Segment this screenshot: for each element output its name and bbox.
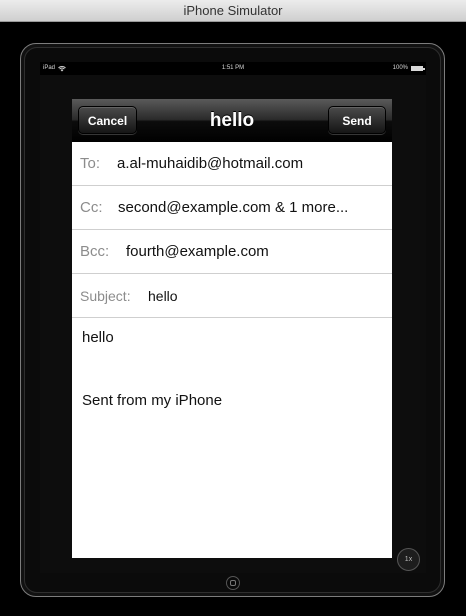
status-right: 100% [392,62,425,75]
status-time: 1:51 PM [221,65,245,71]
cc-value[interactable]: second@example.com & 1 more... [118,186,348,229]
to-label: To: [80,155,101,172]
cc-field[interactable]: Cc: second@example.com & 1 more... [72,186,392,230]
subject-label: Subject: [80,288,131,304]
window-title: iPhone Simulator [183,3,283,18]
cc-label: Cc: [80,199,103,216]
mail-compose-sheet: hello Cancel Send To: a.al-muhaidib@hotm… [72,99,392,558]
to-value[interactable]: a.al-muhaidib@hotmail.com [117,142,303,185]
ipad-screen: iPad 1:51 PM 100% hello Cancel Send To: … [40,62,426,573]
window-titlebar: iPhone Simulator [0,0,466,22]
bcc-value[interactable]: fourth@example.com [126,230,269,273]
send-button[interactable]: Send [328,106,386,134]
signature-text: Sent from my iPhone [82,392,223,409]
battery-icon [411,66,425,71]
to-field[interactable]: To: a.al-muhaidib@hotmail.com [72,142,392,186]
bcc-field[interactable]: Bcc: fourth@example.com [72,230,392,274]
home-button[interactable] [226,576,240,590]
bcc-label: Bcc: [80,243,110,260]
subject-field[interactable]: Subject: hello [72,274,392,318]
zoom-level-badge: 1x [397,548,420,571]
compose-navbar: hello Cancel Send [72,99,392,142]
body-text: hello [82,329,114,346]
battery-percent: 100% [392,65,408,71]
status-bar: iPad 1:51 PM 100% [40,62,426,75]
subject-value[interactable]: hello [148,274,178,317]
cancel-button[interactable]: Cancel [78,106,137,134]
